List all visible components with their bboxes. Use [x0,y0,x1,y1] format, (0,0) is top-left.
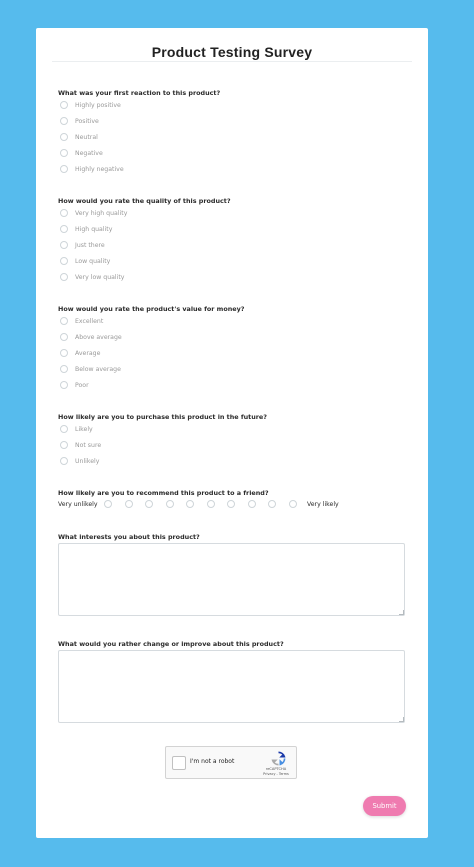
radio-button[interactable] [60,149,68,157]
option-row[interactable]: Positive [60,116,99,126]
option-row[interactable]: Average [60,348,100,358]
option-row[interactable]: Neutral [60,132,98,142]
option-label: Unlikely [75,457,100,465]
improve-textarea[interactable] [58,650,405,723]
scale-radio-6[interactable] [207,500,215,508]
radio-button[interactable] [60,117,68,125]
interests-textarea[interactable] [58,543,405,616]
option-label: Positive [75,117,99,125]
question-first-reaction: What was your first reaction to this pro… [58,89,221,97]
page-title: Product Testing Survey [151,44,313,60]
option-label: Very low quality [75,273,125,281]
question-improve: What would you rather change or improve … [58,640,284,648]
radio-button[interactable] [60,349,68,357]
captcha-checkbox[interactable] [172,756,186,770]
scale-radio-5[interactable] [186,500,194,508]
option-row[interactable]: High quality [60,224,112,234]
resize-handle-icon[interactable] [399,610,404,615]
scale-high-label: Very likely [307,501,339,508]
option-label: Likely [75,425,93,433]
option-row[interactable]: Poor [60,380,89,390]
option-row[interactable]: Above average [60,332,122,342]
scale-radio-10[interactable] [289,500,297,508]
radio-button[interactable] [60,457,68,465]
scale-radio-4[interactable] [166,500,174,508]
radio-button[interactable] [60,425,68,433]
recaptcha-widget: I'm not a robot reCAPTCHA Privacy - Term… [165,746,297,779]
option-row[interactable]: Excellent [60,316,103,326]
scale-radio-1[interactable] [104,500,112,508]
scale-radio-9[interactable] [268,500,276,508]
option-label: Highly positive [75,101,121,109]
option-row[interactable]: Negative [60,148,103,158]
scale-low-label: Very unlikely [58,501,98,508]
submit-button[interactable]: Submit [363,796,406,816]
resize-handle-icon[interactable] [399,717,404,722]
radio-button[interactable] [60,133,68,141]
option-row[interactable]: Highly positive [60,100,121,110]
option-row[interactable]: Very high quality [60,208,127,218]
option-row[interactable]: Just there [60,240,105,250]
radio-button[interactable] [60,225,68,233]
radio-button[interactable] [60,209,68,217]
radio-button[interactable] [60,333,68,341]
option-label: Below average [75,365,121,373]
radio-button[interactable] [60,441,68,449]
survey-card: Product Testing Survey What was your fir… [36,28,428,838]
radio-button[interactable] [60,257,68,265]
captcha-terms-link[interactable]: Privacy - Terms [261,772,291,776]
option-label: High quality [75,225,113,233]
radio-button[interactable] [60,165,68,173]
captcha-brand: reCAPTCHA [265,767,287,771]
radio-button[interactable] [60,273,68,281]
option-row[interactable]: Not sure [60,440,101,450]
option-label: Above average [75,333,122,341]
scale-radio-8[interactable] [248,500,256,508]
option-row[interactable]: Very low quality [60,272,124,282]
option-label: Just there [75,241,105,249]
option-label: Excellent [75,317,104,325]
question-purchase-likelihood: How likely are you to purchase this prod… [58,413,267,421]
radio-button[interactable] [60,365,68,373]
option-label: Low quality [75,257,111,265]
question-interests: What interests you about this product? [58,533,200,541]
option-label: Not sure [75,441,102,449]
option-label: Negative [75,149,103,157]
title-divider [52,61,412,62]
scale-radio-7[interactable] [227,500,235,508]
option-row[interactable]: Low quality [60,256,110,266]
option-label: Very high quality [75,209,128,217]
option-row[interactable]: Highly negative [60,164,124,174]
recaptcha-logo-icon [271,751,286,766]
radio-button[interactable] [60,317,68,325]
option-label: Highly negative [75,165,124,173]
radio-button[interactable] [60,241,68,249]
option-row[interactable]: Likely [60,424,93,434]
radio-button[interactable] [60,381,68,389]
question-quality: How would you rate the quality of this p… [58,197,231,205]
scale-radio-3[interactable] [145,500,153,508]
captcha-label: I'm not a robot [190,758,235,765]
recommend-scale: Very unlikely Very likely [58,500,388,510]
option-row[interactable]: Below average [60,364,121,374]
option-label: Poor [75,381,89,389]
question-value-for-money: How would you rate the product's value f… [58,305,245,313]
option-row[interactable]: Unlikely [60,456,99,466]
option-label: Average [75,349,101,357]
option-label: Neutral [75,133,98,141]
question-recommend: How likely are you to recommend this pro… [58,489,269,497]
radio-button[interactable] [60,101,68,109]
scale-radio-2[interactable] [125,500,133,508]
